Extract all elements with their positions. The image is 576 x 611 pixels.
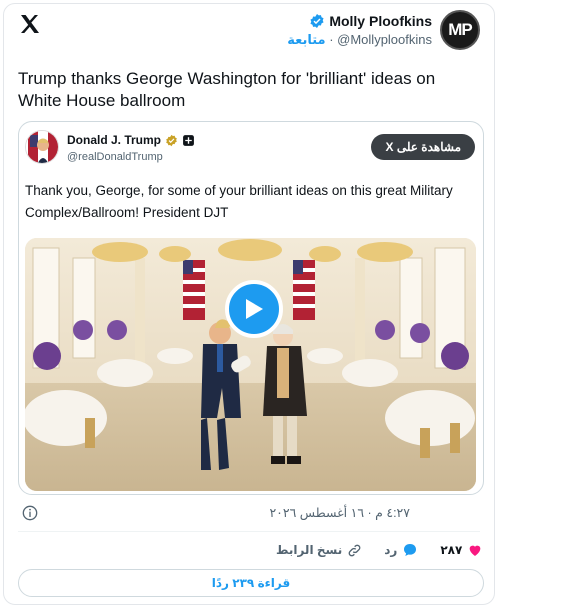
- like-action[interactable]: ٢٨٧: [440, 542, 483, 558]
- gold-verified-badge-icon: [166, 134, 177, 146]
- quoted-post-text: Thank you, George, for some of your bril…: [25, 183, 453, 220]
- video-thumbnail[interactable]: [25, 238, 476, 491]
- play-icon: [246, 299, 263, 319]
- ballroom-image: [25, 238, 476, 491]
- play-button[interactable]: [225, 280, 283, 338]
- action-bar: ٢٨٧ رد نسخ الرابط: [254, 542, 483, 558]
- quoted-author-handle[interactable]: @realDonaldTrump: [67, 151, 163, 163]
- link-icon: [348, 544, 361, 556]
- quoted-author-avatar[interactable]: [25, 130, 59, 164]
- post-author: Molly Ploofkins @Mollyploofkins · متابعة…: [287, 10, 480, 50]
- reply-label: رد: [384, 543, 398, 557]
- read-replies-button[interactable]: قراءة ٢٣٩ ردًا: [18, 569, 484, 597]
- copy-link-label: نسخ الرابط: [276, 543, 343, 557]
- info-icon[interactable]: [22, 505, 38, 521]
- embedded-post-card: Molly Ploofkins @Mollyploofkins · متابعة…: [3, 3, 495, 605]
- reply-bubble-icon: [404, 544, 417, 556]
- like-count: ٢٨٧: [440, 543, 463, 557]
- divider: [18, 531, 480, 532]
- author-avatar[interactable]: MP: [440, 10, 480, 50]
- x-logo-icon[interactable]: [18, 12, 42, 36]
- government-badge-icon: [183, 134, 194, 146]
- author-name[interactable]: Molly Ploofkins: [329, 13, 432, 29]
- quoted-post[interactable]: Donald J. Trump @realDonaldTrump مشاهدة …: [18, 121, 484, 495]
- heart-icon: [469, 545, 481, 556]
- author-handle[interactable]: @Mollyploofkins: [337, 32, 432, 47]
- view-on-x-button[interactable]: مشاهدة على X: [371, 134, 475, 160]
- verified-badge-icon: [310, 13, 324, 28]
- post-text: Trump thanks George Washington for 'bril…: [18, 69, 436, 110]
- avatar-initials: MP: [448, 20, 472, 39]
- copy-link-action[interactable]: نسخ الرابط: [276, 543, 362, 558]
- follow-button[interactable]: متابعة: [287, 32, 325, 47]
- post-timestamp[interactable]: ٤:٢٧ م · ١٦ أغسطس ٢٠٢٦: [269, 505, 410, 520]
- quoted-author-name[interactable]: Donald J. Trump: [67, 133, 161, 147]
- reply-action[interactable]: رد: [384, 542, 418, 558]
